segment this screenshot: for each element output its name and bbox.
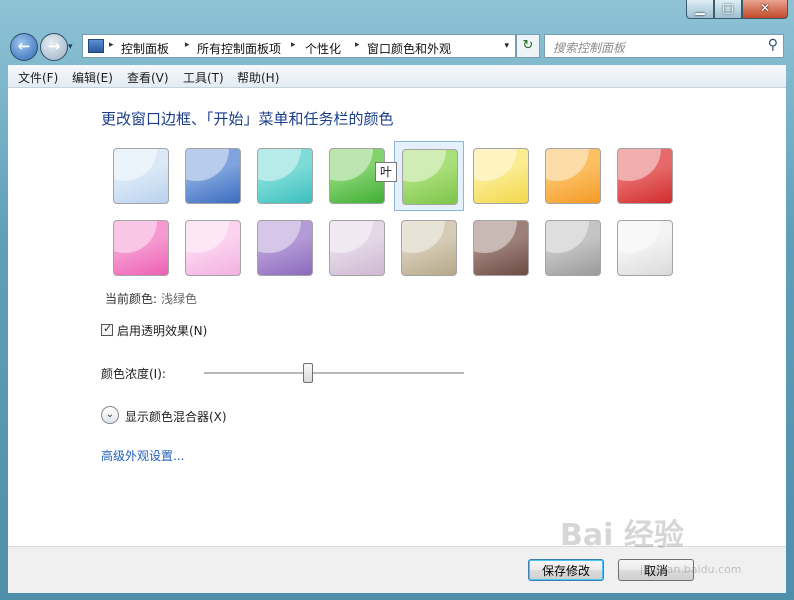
color-swatch-violet[interactable] <box>250 213 320 283</box>
forward-arrow-icon: → <box>47 37 61 55</box>
minimize-icon: ▁ <box>695 1 705 15</box>
swatch-fill <box>113 148 169 204</box>
swatch-gloss <box>546 149 590 182</box>
breadcrumb-separator[interactable]: ▸ <box>355 40 360 50</box>
swatch-tooltip: 叶 <box>375 162 397 182</box>
swatch-fill <box>257 148 313 204</box>
check-icon: ✓ <box>103 322 113 335</box>
swatch-fill <box>329 220 385 276</box>
recent-pages-dropdown-icon[interactable]: ▾ <box>68 42 73 52</box>
breadcrumb-separator[interactable]: ▸ <box>109 40 114 50</box>
swatch-fill <box>545 220 601 276</box>
color-swatch-taupe[interactable] <box>394 213 464 283</box>
color-swatch-sea[interactable] <box>250 141 320 211</box>
menu-tools[interactable]: 工具(T) <box>183 69 224 86</box>
transparency-label[interactable]: 启用透明效果(N) <box>117 322 207 339</box>
swatch-fill <box>617 148 673 204</box>
current-color-label: 当前颜色: <box>105 292 158 306</box>
swatch-gloss <box>330 149 374 182</box>
color-swatch-pumpkin[interactable] <box>538 141 608 211</box>
color-swatch-frost[interactable] <box>610 213 680 283</box>
swatch-gloss <box>114 149 158 182</box>
chevron-down-icon: ⌄ <box>105 409 115 420</box>
color-swatch-lavender[interactable] <box>322 213 392 283</box>
save-changes-button[interactable]: 保存修改 <box>528 559 604 581</box>
control-panel-icon <box>88 39 104 53</box>
color-swatch-blush[interactable] <box>178 213 248 283</box>
swatch-fill <box>401 220 457 276</box>
baidu-watermark-url: jingyan.baidu.com <box>640 563 742 576</box>
current-color-value: 浅绿色 <box>161 292 198 306</box>
maximize-button[interactable]: □ <box>714 0 742 19</box>
color-intensity-slider-track[interactable] <box>204 372 464 375</box>
swatch-fill <box>473 220 529 276</box>
breadcrumb-separator[interactable]: ▸ <box>291 40 296 50</box>
color-swatch-fuchsia[interactable] <box>106 213 176 283</box>
swatch-gloss <box>403 150 447 183</box>
swatch-gloss <box>186 149 230 182</box>
swatch-gloss <box>618 221 662 254</box>
swatch-fill <box>402 149 458 205</box>
color-mixer-label[interactable]: 显示颜色混合器(X) <box>125 408 227 425</box>
breadcrumb-window-color[interactable]: 窗口颜色和外观 <box>367 40 451 57</box>
swatch-fill <box>545 148 601 204</box>
maximize-icon: □ <box>722 1 734 15</box>
refresh-icon: ↻ <box>522 38 534 53</box>
refresh-button[interactable]: ↻ <box>516 34 540 58</box>
swatch-gloss <box>402 221 446 254</box>
close-icon: ✕ <box>759 1 771 15</box>
swatch-fill <box>257 220 313 276</box>
swatch-fill <box>185 148 241 204</box>
color-swatch-chocolate[interactable] <box>466 213 536 283</box>
swatch-gloss <box>330 221 374 254</box>
color-swatch-sky[interactable] <box>106 141 176 211</box>
menu-bar: 文件(F) 编辑(E) 查看(V) 工具(T) 帮助(H) <box>8 65 786 88</box>
search-box[interactable]: 搜索控制面板 ⚲ <box>544 34 784 58</box>
color-swatch-sun[interactable] <box>466 141 536 211</box>
transparency-checkbox[interactable]: ✓ <box>101 322 113 336</box>
swatch-gloss <box>258 221 302 254</box>
swatch-gloss <box>114 221 158 254</box>
baidu-watermark: Bai 经验 <box>560 518 684 553</box>
color-intensity-slider-thumb[interactable] <box>303 363 313 383</box>
advanced-appearance-link[interactable]: 高级外观设置... <box>101 447 184 464</box>
color-intensity-label: 颜色浓度(I): <box>101 367 166 381</box>
menu-help[interactable]: 帮助(H) <box>237 69 279 86</box>
swatch-gloss <box>258 149 302 182</box>
menu-edit[interactable]: 编辑(E) <box>72 69 113 86</box>
breadcrumb-all-items[interactable]: 所有控制面板项 <box>197 40 281 57</box>
color-swatch-lime[interactable] <box>394 141 464 211</box>
breadcrumb-personalization[interactable]: 个性化 <box>305 40 341 57</box>
swatch-fill <box>185 220 241 276</box>
menu-view[interactable]: 查看(V) <box>127 69 169 86</box>
swatch-gloss <box>546 221 590 254</box>
minimize-button[interactable]: ▁ <box>686 0 714 19</box>
forward-button[interactable]: → <box>40 33 68 61</box>
close-button[interactable]: ✕ <box>742 0 788 19</box>
search-icon[interactable]: ⚲ <box>768 37 778 53</box>
swatch-gloss <box>474 149 518 182</box>
swatch-fill <box>113 220 169 276</box>
color-swatch-twilight[interactable] <box>178 141 248 211</box>
swatch-fill <box>617 220 673 276</box>
navigation-bar: ← → ▾ ▸ 控制面板 ▸ 所有控制面板项 ▸ 个性化 ▸ 窗口颜色和外观 ▾… <box>8 30 786 62</box>
color-swatch-ruby[interactable] <box>610 141 680 211</box>
search-placeholder: 搜索控制面板 <box>553 41 626 55</box>
color-swatch-slate[interactable] <box>538 213 608 283</box>
address-dropdown-icon[interactable]: ▾ <box>504 41 509 51</box>
menu-file[interactable]: 文件(F) <box>18 69 58 86</box>
back-button[interactable]: ← <box>10 33 38 61</box>
breadcrumb-control-panel[interactable]: 控制面板 <box>121 40 169 57</box>
color-mixer-expand-button[interactable]: ⌄ <box>101 406 119 424</box>
swatch-gloss <box>618 149 662 182</box>
swatch-gloss <box>186 221 230 254</box>
swatch-gloss <box>474 221 518 254</box>
window-controls: ▁ □ ✕ <box>686 0 788 19</box>
back-arrow-icon: ← <box>17 37 31 55</box>
address-bar[interactable]: ▸ 控制面板 ▸ 所有控制面板项 ▸ 个性化 ▸ 窗口颜色和外观 ▾ <box>82 34 516 58</box>
page-title: 更改窗口边框、「开始」菜单和任务栏的颜色 <box>101 110 394 128</box>
swatch-fill <box>473 148 529 204</box>
breadcrumb-separator[interactable]: ▸ <box>185 40 190 50</box>
main-content: 更改窗口边框、「开始」菜单和任务栏的颜色 叶 当前颜色: 浅绿色 ✓ 启用透明效… <box>8 88 786 546</box>
